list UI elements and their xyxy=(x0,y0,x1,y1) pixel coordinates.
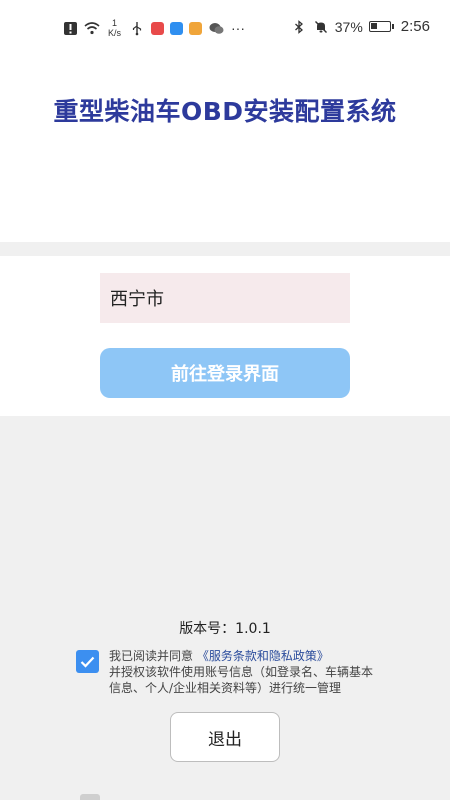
clock: 2:56 xyxy=(400,18,430,35)
go-to-login-button[interactable]: 前往登录界面 xyxy=(100,348,350,398)
policy-link[interactable]: 《服务条款和隐私政策》 xyxy=(197,649,329,663)
app-notification-icon xyxy=(151,21,165,35)
agreement-prefix: 我已阅读并同意 xyxy=(109,649,194,663)
network-speed: 1 K/s xyxy=(108,18,121,38)
status-right: 37% 2:56 xyxy=(291,18,430,35)
battery-fill xyxy=(370,23,377,29)
header xyxy=(0,56,450,242)
city-input[interactable] xyxy=(100,273,350,323)
weibo-icon xyxy=(189,21,203,35)
battery-percent: 37% xyxy=(334,18,363,35)
alert-icon xyxy=(62,20,78,36)
bell-off-icon xyxy=(313,19,329,35)
battery-icon xyxy=(368,21,394,32)
agreement-checkbox[interactable] xyxy=(76,650,99,673)
app-title: 重型柴油车OBD安装配置系统 xyxy=(53,97,397,126)
status-left: 1 K/s ··· xyxy=(62,18,246,38)
version-label: 版本号：1.0.1 xyxy=(179,621,271,637)
wifi-icon xyxy=(84,20,100,36)
network-speed-value: 1 xyxy=(112,18,118,28)
check-icon xyxy=(80,656,95,668)
qq-browser-icon xyxy=(170,21,184,35)
usb-icon xyxy=(129,20,145,36)
more-icon: ··· xyxy=(231,20,246,36)
exit-button[interactable]: 退出 xyxy=(170,712,280,762)
network-speed-unit: K/s xyxy=(108,28,122,38)
login-panel: 前往登录界面 xyxy=(0,256,450,416)
agreement-body: 并授权该软件使用账号信息（如登录名、车辆基本信息、个人/企业相关资料等）进行统一… xyxy=(109,665,374,695)
bluetooth-icon xyxy=(291,19,307,35)
bottom-indicator xyxy=(80,794,100,800)
agreement-text: 我已阅读并同意 《服务条款和隐私政策》并授权该软件使用账号信息（如登录名、车辆基… xyxy=(109,648,379,696)
wechat-icon xyxy=(208,20,224,36)
status-bar: 1 K/s ··· 37% 2:56 xyxy=(0,0,450,56)
